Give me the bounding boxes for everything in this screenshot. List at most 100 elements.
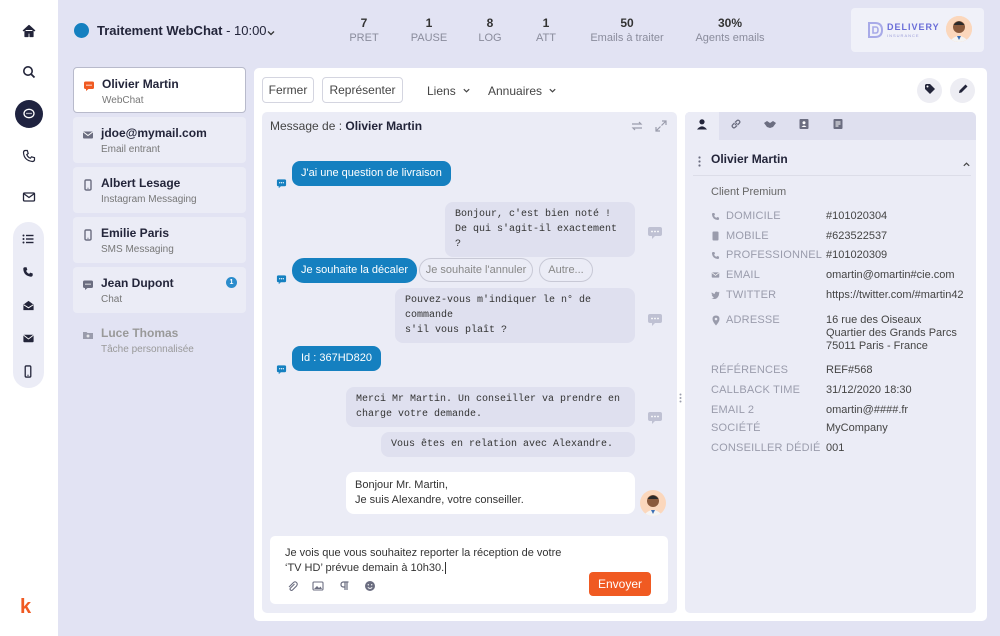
resize-handle-icon[interactable] — [679, 390, 682, 408]
mobile-icon[interactable] — [14, 357, 42, 385]
composer-input[interactable]: Je vois que vous souhaitez reporter la r… — [285, 546, 575, 576]
paragraph-icon[interactable] — [338, 579, 350, 597]
field-label: CONSEILLER DÉDIÉ — [711, 442, 821, 454]
chevron-down-icon[interactable] — [266, 25, 276, 43]
folder-icon — [82, 328, 94, 346]
envelope-icon[interactable] — [14, 324, 42, 352]
app-logo: k — [20, 596, 32, 618]
stat-emails: 50 Emails à traiter — [590, 16, 664, 44]
agent-message-line: Je suis Alexandre, votre conseiller. — [355, 494, 524, 506]
chevron-up-icon[interactable] — [962, 156, 971, 174]
tab-profile[interactable] — [685, 112, 719, 140]
field-label-text: ADRESSE — [726, 314, 780, 326]
field-value[interactable]: omartin@####.fr — [826, 404, 908, 417]
field-value[interactable]: #623522537 — [826, 230, 887, 243]
quick-reply-other[interactable]: Autre... — [539, 258, 593, 282]
brand-subtitle: INSURANCE — [887, 33, 920, 38]
conversation-channel: Instagram Messaging — [101, 194, 197, 205]
conversation-name: Luce Thomas — [101, 326, 179, 340]
mail-icon[interactable] — [15, 183, 43, 211]
conversation-name: Olivier Martin — [102, 77, 179, 91]
customer-chat-icon — [276, 362, 287, 380]
close-button[interactable]: Fermer — [262, 77, 314, 103]
field-label-text: TWITTER — [726, 289, 777, 301]
field-value[interactable]: https://twitter.com/#martin42 — [826, 289, 964, 302]
contact-tabs — [685, 112, 976, 140]
tab-contact-card[interactable] — [787, 112, 821, 140]
tab-interactions[interactable] — [753, 112, 787, 140]
agent-avatar — [640, 490, 666, 516]
field-label-text: PROFESSIONNEL — [726, 249, 823, 261]
main-panel: Fermer Représenter Liens Annuaires Messa… — [254, 68, 987, 621]
field-label: EMAIL — [711, 269, 760, 281]
bot-icon — [647, 411, 663, 430]
chat-header-tools — [631, 119, 667, 137]
notes-icon — [832, 117, 844, 135]
conversation-item[interactable]: Olivier Martin WebChat — [73, 67, 246, 113]
conversation-item[interactable]: jdoe@mymail.com Email entrant — [73, 117, 246, 163]
mobile-icon — [711, 231, 720, 241]
pencil-icon — [957, 82, 969, 100]
attachment-icon[interactable] — [286, 579, 298, 597]
message-composer[interactable]: Je vois que vous souhaitez reporter la r… — [270, 536, 668, 604]
agent-avatar[interactable] — [946, 16, 972, 42]
field-label: EMAIL 2 — [711, 404, 755, 416]
emoji-icon[interactable] — [364, 579, 376, 597]
swap-icon[interactable] — [631, 119, 643, 137]
queue-time: - 10:00 — [222, 23, 267, 38]
composer-line-text: ‘TV HD’ prévue demain à 10h30. — [285, 562, 445, 574]
stat-pause: 1 PAUSE — [410, 16, 448, 44]
edit-button[interactable] — [950, 78, 975, 103]
customer-chat-icon — [276, 176, 287, 194]
expand-icon[interactable] — [655, 119, 667, 137]
conversation-channel: Tâche personnalisée — [101, 344, 194, 355]
bot-icon — [647, 313, 663, 332]
open-mail-icon[interactable] — [14, 291, 42, 319]
location-pin-icon — [711, 315, 720, 326]
divider — [693, 175, 971, 176]
mail-icon — [711, 271, 720, 279]
field-value: REF#568 — [826, 364, 873, 376]
bot-message-line: charge votre demande. — [356, 409, 483, 420]
bot-message: Pouvez-vous m'indiquer le n° de commande… — [395, 288, 635, 343]
field-value[interactable]: #101020309 — [826, 249, 887, 262]
directories-dropdown[interactable]: Annuaires — [488, 84, 557, 98]
chevron-down-icon — [462, 84, 471, 98]
field-value[interactable]: omartin@omartin#cie.com — [826, 269, 955, 282]
conversation-name: jdoe@mymail.com — [101, 126, 207, 140]
list-icon[interactable] — [14, 225, 42, 253]
links-dropdown[interactable]: Liens — [427, 84, 471, 98]
field-value: 001 — [826, 442, 845, 454]
stat-agents-emails: 30% Agents emails — [695, 16, 765, 44]
mail-icon — [82, 128, 94, 146]
contact-segment: Client Premium — [711, 186, 787, 198]
tab-notes[interactable] — [821, 112, 855, 140]
queue-selector[interactable]: Traitement WebChat - 10:00 — [97, 23, 267, 38]
customer-chat-icon — [276, 272, 287, 290]
conversation-item[interactable]: Luce Thomas Tâche personnalisée — [73, 317, 246, 363]
tab-links[interactable] — [719, 112, 753, 140]
image-icon[interactable] — [312, 579, 324, 597]
chevron-down-icon — [548, 84, 557, 98]
phone-icon — [82, 178, 94, 196]
field-value[interactable]: #101020304 — [826, 210, 887, 223]
conversation-item[interactable]: Emilie Paris SMS Messaging — [73, 217, 246, 263]
conversation-item[interactable]: Jean Dupont Chat 1 — [73, 267, 246, 313]
conversation-item[interactable]: Albert Lesage Instagram Messaging — [73, 167, 246, 213]
search-icon[interactable] — [15, 58, 43, 86]
home-icon[interactable] — [15, 17, 43, 45]
bot-message-line: Bonjour, c'est bien noté ! — [455, 209, 612, 220]
phone-icon[interactable] — [15, 142, 43, 170]
field-label: CALLBACK TIME — [711, 384, 801, 396]
send-button[interactable]: Envoyer — [589, 572, 651, 596]
address-value: 16 rue des Oiseaux Quartier des Grands Pa… — [826, 314, 957, 353]
represent-button[interactable]: Représenter — [322, 77, 403, 103]
customer-message: Je souhaite la décaler — [292, 258, 418, 283]
chat-icon[interactable] — [15, 100, 43, 128]
phone-small-icon[interactable] — [14, 258, 42, 286]
tag-icon — [924, 82, 936, 100]
quick-reply-cancel[interactable]: Je souhaite l'annuler — [419, 258, 533, 282]
kebab-menu-icon[interactable] — [698, 154, 701, 172]
tag-button[interactable] — [917, 78, 942, 103]
agent-message-line: Bonjour Mr. Martin, — [355, 479, 448, 491]
